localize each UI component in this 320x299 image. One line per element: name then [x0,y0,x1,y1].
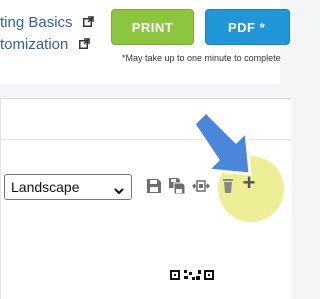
save-copy-icon[interactable] [168,177,186,195]
chevron-down-icon [113,180,125,204]
customization-link-label: tomization [0,36,69,53]
print-button[interactable]: PRINT [111,9,194,45]
pdf-button[interactable]: PDF * [205,9,290,45]
save-icon[interactable] [145,177,163,195]
basics-link-label: ting Basics [0,14,73,31]
basics-link[interactable]: ting Basics [0,13,94,33]
pointer-arrow-icon [192,110,252,176]
customization-link[interactable]: tomization [0,35,90,55]
external-link-icon [82,13,94,33]
external-link-icon [78,35,90,55]
pdf-note: *May take up to one minute to complete [122,53,281,63]
orientation-value: Landscape [11,179,80,195]
orientation-select[interactable]: Landscape [4,174,132,200]
